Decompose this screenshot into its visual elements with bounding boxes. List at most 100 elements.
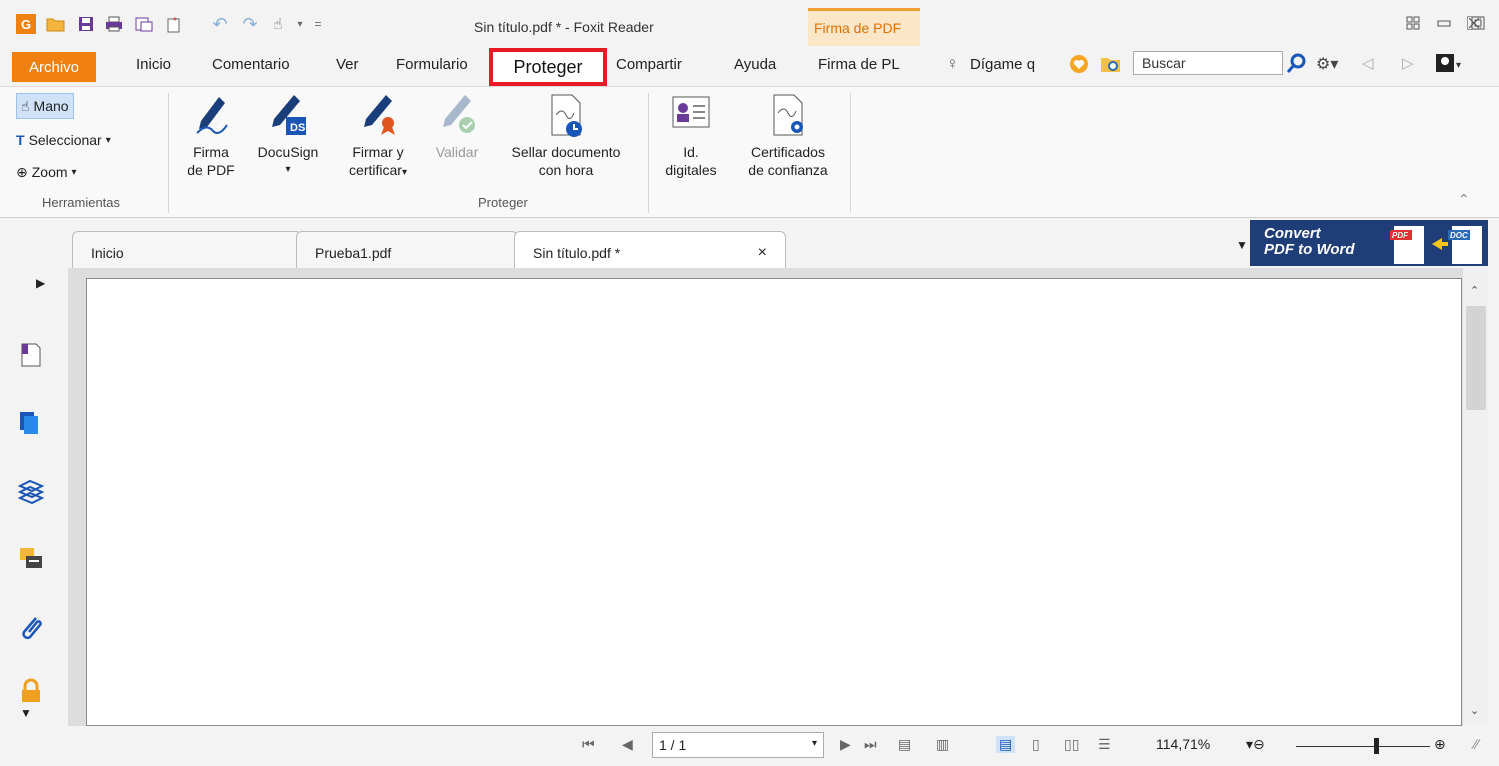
expand-panel-icon[interactable]: ▶ xyxy=(36,276,45,290)
hand-cursor-icon[interactable]: ☝ xyxy=(268,14,288,34)
continuous-facing-view-icon[interactable]: ☰ xyxy=(1098,736,1111,753)
tool-seleccionar[interactable]: T Seleccionar ▾ xyxy=(16,127,111,153)
page-number-field[interactable]: 1 / 1 ▾ xyxy=(652,732,824,758)
next-view-icon[interactable]: ▥ xyxy=(936,736,949,753)
timestamp-icon xyxy=(544,93,588,139)
security-lock-icon[interactable] xyxy=(18,678,44,704)
previous-view-icon[interactable]: ▤ xyxy=(898,736,911,753)
sellar-label-1: Sellar documento xyxy=(511,144,621,160)
document-viewport[interactable] xyxy=(68,268,1462,726)
scroll-down-panel-icon[interactable]: ▼ xyxy=(20,706,32,720)
context-tab-label: Firma de PDF xyxy=(814,20,902,36)
digital-id-icon xyxy=(669,93,713,139)
search-folder-icon[interactable] xyxy=(1100,54,1122,78)
tab-inicio[interactable]: Inicio xyxy=(72,231,302,268)
scroll-up-icon[interactable]: ⌃ xyxy=(1470,284,1479,297)
customize-icon[interactable]: = xyxy=(308,14,328,34)
menu-ver[interactable]: Ver xyxy=(336,56,359,73)
redo-icon[interactable]: ↷ xyxy=(240,14,260,34)
ribbon-separator xyxy=(168,93,169,213)
layers-icon[interactable] xyxy=(17,478,45,505)
new-icon[interactable]: * xyxy=(164,14,184,34)
menu-inicio[interactable]: Inicio xyxy=(136,56,171,73)
document-tab-bar: Inicio Prueba1.pdf Sin título.pdf * × ▼ … xyxy=(0,218,1499,268)
menu-formulario[interactable]: Formulario xyxy=(396,56,468,73)
save-icon[interactable] xyxy=(76,14,96,34)
ribbon-display-icon[interactable] xyxy=(1401,12,1425,34)
zoom-slider-handle[interactable] xyxy=(1374,738,1379,754)
svg-text:DOC: DOC xyxy=(1450,231,1468,240)
tab-prueba1-label: Prueba1.pdf xyxy=(315,245,392,261)
comments-icon[interactable] xyxy=(18,546,44,572)
close-window-icon[interactable] xyxy=(1462,12,1486,34)
chevron-down-icon: ▾ xyxy=(71,166,77,178)
pdf-page[interactable] xyxy=(86,278,1462,726)
tool-mano[interactable]: ☝ Mano xyxy=(16,93,74,119)
menu-comentario[interactable]: Comentario xyxy=(212,56,290,73)
search-input[interactable]: Buscar xyxy=(1133,51,1283,75)
lightbulb-icon[interactable]: ♀ xyxy=(946,54,959,74)
tab-sin-titulo[interactable]: Sin título.pdf * × xyxy=(514,231,786,268)
tell-me-box[interactable]: Dígame q xyxy=(970,56,1035,73)
page-dropdown-icon[interactable]: ▾ xyxy=(812,738,817,749)
svg-text:*: * xyxy=(173,16,177,27)
previous-result-icon[interactable]: ◁ xyxy=(1362,54,1374,72)
page-thumbnails-icon[interactable] xyxy=(18,342,44,368)
sellar-documento-button[interactable]: Sellar documento con hora xyxy=(494,93,638,179)
scroll-down-icon[interactable]: ⌄ xyxy=(1470,704,1479,717)
validar-button[interactable]: Validar xyxy=(426,93,488,161)
certificados-confianza-button[interactable]: Certificados de confianza xyxy=(732,93,844,179)
firma-pdf-button[interactable]: Firma de PDF xyxy=(178,93,244,179)
pages-icon[interactable] xyxy=(18,410,44,436)
zoom-in-icon[interactable]: ⊕ xyxy=(1434,736,1446,753)
chevron-down-icon: ▾ xyxy=(105,134,111,146)
zoom-out-icon[interactable]: ▾⊖ xyxy=(1246,736,1265,753)
navigation-panel: ▶ ▼ xyxy=(0,268,68,726)
user-account-icon[interactable]: ▾ xyxy=(1434,52,1464,78)
settings-icon[interactable]: ⚙▾ xyxy=(1316,54,1338,74)
docusign-button[interactable]: DS DocuSign ▾ xyxy=(250,93,326,179)
last-page-icon[interactable]: ⏭ xyxy=(864,736,877,753)
scrollbar-thumb[interactable] xyxy=(1466,306,1486,410)
foxit-logo-icon[interactable]: G xyxy=(16,14,36,34)
menu-ayuda[interactable]: Ayuda xyxy=(734,56,776,73)
window-title: Sin título.pdf * - Foxit Reader xyxy=(474,19,654,35)
menu-proteger[interactable]: Proteger xyxy=(489,48,607,86)
convert-pdf-to-word-banner[interactable]: Convert PDF to Word PDF DOC xyxy=(1250,220,1488,266)
collapse-ribbon-icon[interactable]: ⌃ xyxy=(1458,191,1470,208)
id-digitales-button[interactable]: Id. digitales xyxy=(656,93,726,179)
validate-icon xyxy=(435,93,479,139)
chevron-down-icon: ▾ xyxy=(285,164,291,175)
close-tab-icon[interactable]: × xyxy=(758,244,767,262)
next-page-icon[interactable]: ▶ xyxy=(840,736,851,753)
first-page-icon[interactable]: ⏮ xyxy=(582,736,595,753)
heart-icon[interactable] xyxy=(1068,54,1090,78)
menu-compartir[interactable]: Compartir xyxy=(616,56,682,73)
zoom-level[interactable]: 114,71% xyxy=(1156,736,1210,752)
menu-firma[interactable]: Firma de PL xyxy=(818,56,900,73)
dropdown-arrow-icon[interactable]: ▾ xyxy=(290,14,310,34)
attachments-icon[interactable] xyxy=(18,614,44,640)
status-bar: ⏮ ◀ 1 / 1 ▾ ▶ ⏭ ▤ ▥ ▤ ▯ ▯▯ ☰ 114,71% ▾⊖ … xyxy=(0,726,1499,766)
resize-grip-icon[interactable]: ∕∕ xyxy=(1474,736,1479,752)
continuous-view-icon[interactable]: ▯ xyxy=(1032,736,1040,753)
tab-list-dropdown-icon[interactable]: ▼ xyxy=(1236,238,1248,252)
firmar-certificar-button[interactable]: Firmar y certificar▾ xyxy=(338,93,418,182)
next-result-icon[interactable]: ▷ xyxy=(1402,54,1414,72)
vertical-scrollbar[interactable]: ⌃ ⌄ xyxy=(1462,268,1488,726)
tool-zoom[interactable]: ⊕ Zoom ▾ xyxy=(16,159,77,185)
search-icon[interactable] xyxy=(1286,52,1308,78)
single-page-view-icon[interactable]: ▤ xyxy=(996,736,1016,753)
zoom-slider[interactable] xyxy=(1296,746,1430,747)
facing-view-icon[interactable]: ▯▯ xyxy=(1064,736,1079,753)
previous-page-icon[interactable]: ◀ xyxy=(622,736,633,753)
undo-icon[interactable]: ↶ xyxy=(210,14,230,34)
menu-archivo[interactable]: Archivo xyxy=(12,52,96,82)
minimize-icon[interactable] xyxy=(1432,12,1456,34)
print-icon[interactable] xyxy=(104,14,124,34)
open-icon[interactable] xyxy=(46,14,66,34)
print-settings-icon[interactable] xyxy=(134,14,154,34)
tab-prueba1[interactable]: Prueba1.pdf xyxy=(296,231,518,268)
svg-text:▾: ▾ xyxy=(1456,60,1461,71)
chevron-down-icon: ▾ xyxy=(401,167,407,178)
